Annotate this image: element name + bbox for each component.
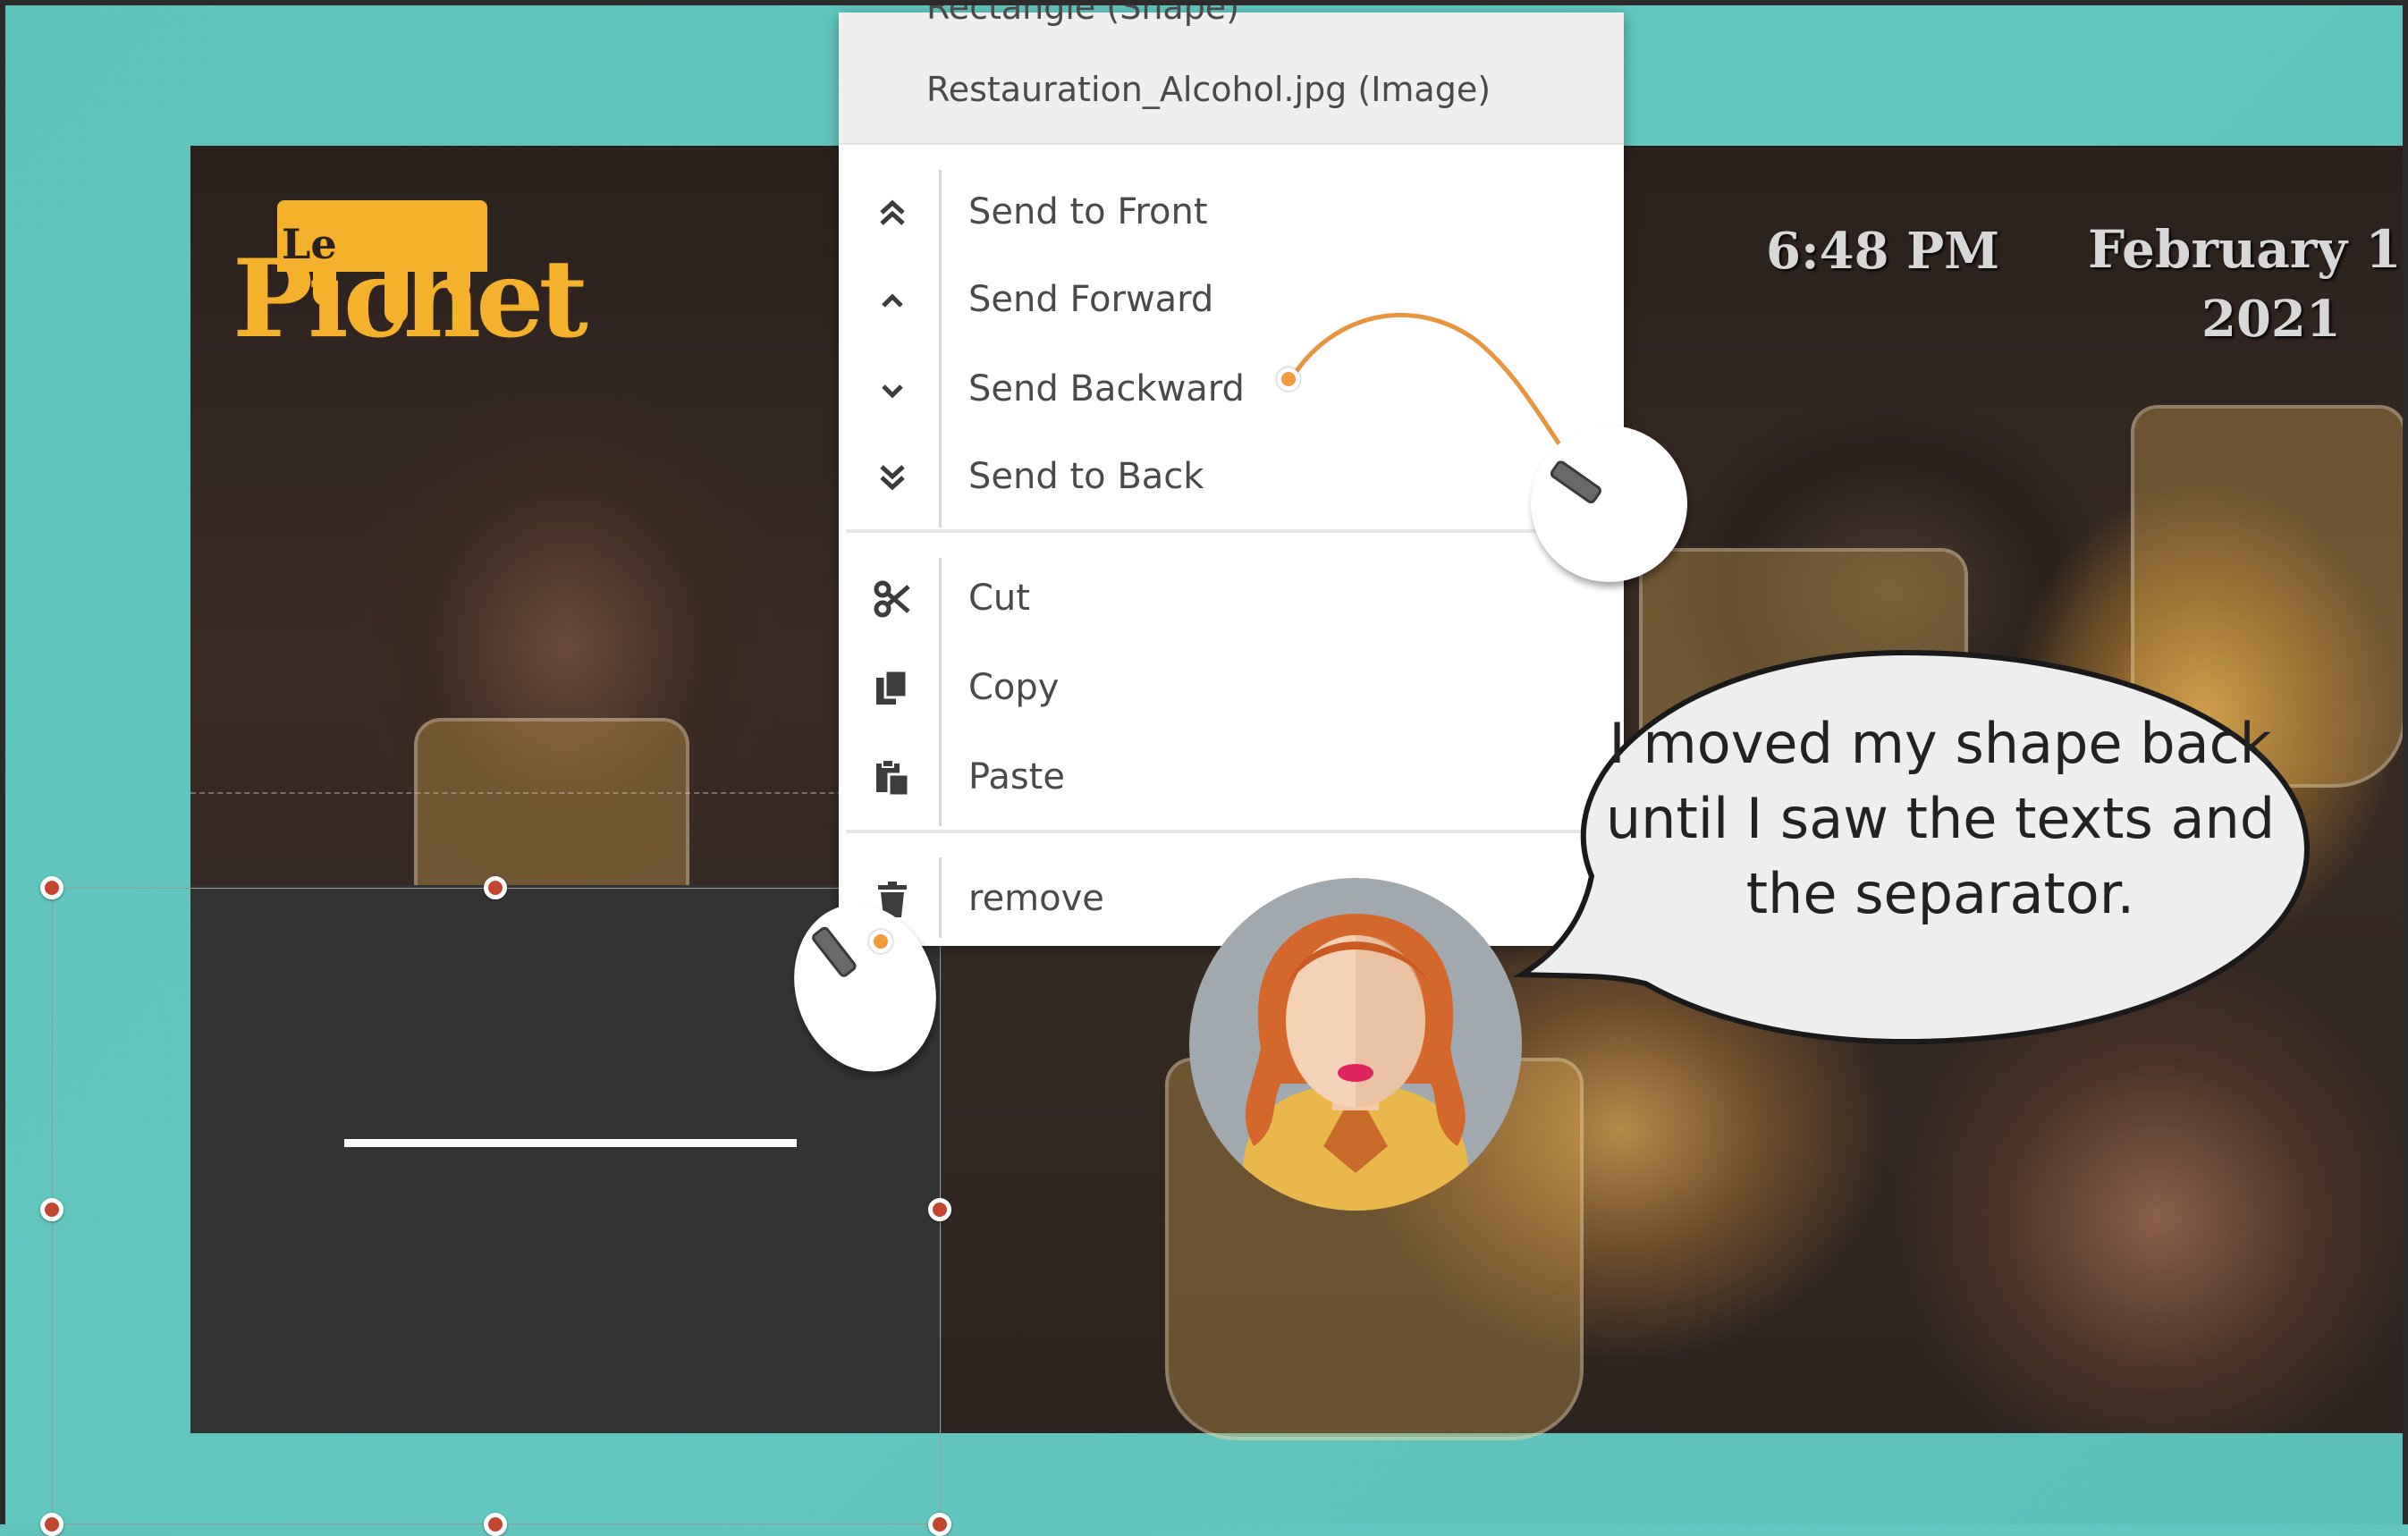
layer-item-image[interactable]: Restauration_Alcohol.jpg (Image) [926,70,1491,109]
resize-handle-bottom-left[interactable] [40,1513,63,1536]
menu-item-remove[interactable]: remove [839,860,1624,941]
menu-item-send-to-front[interactable]: Send to Front [839,173,1624,254]
click-marker [869,930,892,953]
le-pichet-logo: Pichet Le [232,200,588,388]
mouse-wheel [1548,458,1604,506]
resize-handle-middle-right[interactable] [928,1198,951,1221]
menu-item-label: Send to Front [968,191,1208,232]
menu-item-label: Send Forward [968,279,1214,320]
chevron-down-icon [873,370,912,409]
menu-item-label: Paste [968,756,1065,798]
resize-handle-top-center[interactable] [484,876,507,899]
menu-divider [846,529,1617,533]
layer-item-rectangle[interactable]: Rectangle (Shape) [926,0,1239,27]
menu-item-label: Send to Back [968,456,1204,497]
slide-date: February 1: [2088,219,2408,280]
mouse-wheel [809,924,858,980]
menu-divider [846,830,1617,833]
scissors-icon [873,579,912,619]
chevrons-down-icon [873,458,912,497]
click-marker [1277,367,1300,391]
menu-item-copy[interactable]: Copy [839,649,1624,730]
resize-handle-middle-left[interactable] [40,1198,63,1221]
avatar [1189,878,1522,1211]
menu-item-label: Send Backward [968,368,1245,409]
menu-item-label: remove [968,878,1104,919]
slide-time: 6:48 PM [1766,222,2000,281]
resize-handle-bottom-right[interactable] [928,1513,951,1536]
woman-avatar-icon [1243,914,1468,1211]
copy-icon [873,669,912,708]
resize-handle-top-left[interactable] [40,876,63,899]
logo-prefix: Le [282,220,337,268]
chevron-up-icon [873,281,912,320]
alignment-guide [190,792,852,794]
menu-item-cut[interactable]: Cut [839,560,1624,640]
menu-item-paste[interactable]: Paste [839,738,1624,819]
menu-item-label: Cut [968,578,1030,619]
callout-text: I moved my shape back until I saw the te… [1605,711,2276,926]
layer-list: Rectangle (Shape) Restauration_Alcohol.j… [839,0,1624,145]
paste-icon [873,758,912,798]
menu-item-label: Copy [968,667,1060,708]
chevrons-up-icon [873,193,912,232]
slide-year: 2021 [2201,290,2341,349]
resize-handle-bottom-center[interactable] [484,1513,507,1536]
